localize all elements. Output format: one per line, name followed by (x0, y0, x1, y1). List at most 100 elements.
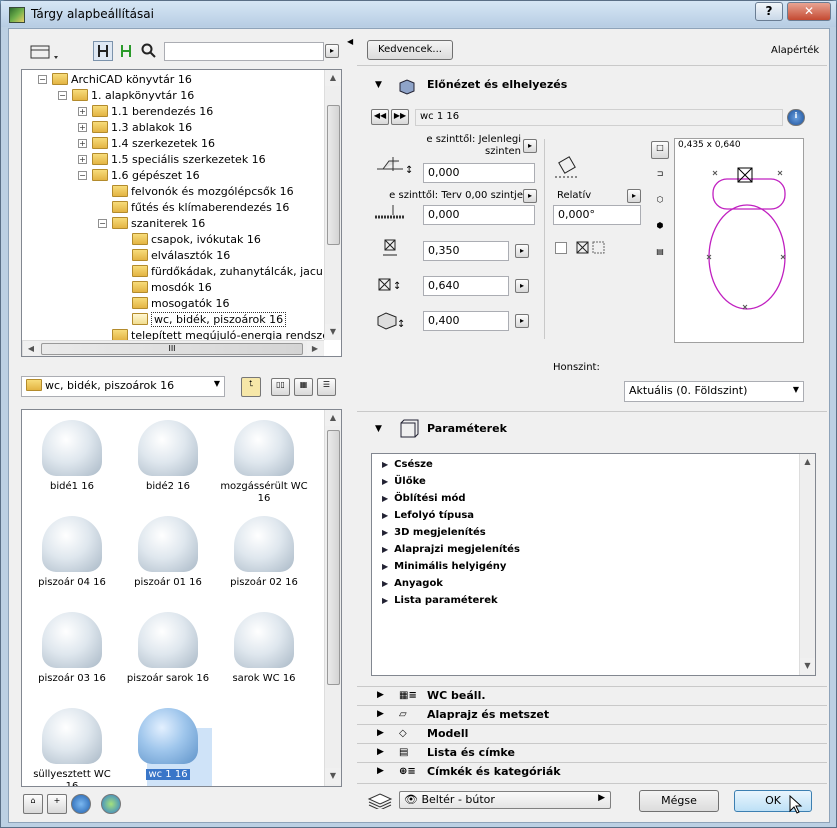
parameter-group[interactable]: Öblítési mód (382, 490, 465, 507)
mirror-checkbox[interactable] (555, 242, 567, 254)
collapsed-section-header[interactable]: ▶ ▱ Alaprajz és metszet (361, 705, 824, 724)
collapsed-section-header[interactable]: ▶ ▦≡ WC beáll. (361, 686, 824, 705)
tree-expander-icon[interactable]: + (78, 123, 87, 132)
param-scroll-down[interactable]: ▼ (800, 658, 815, 674)
tree-item[interactable]: − 1.6 gépészet 16 (78, 168, 200, 184)
gallery-item[interactable]: piszoár sarok 16 (122, 608, 214, 700)
scroll-down-arrow[interactable]: ▼ (325, 324, 341, 340)
angle-input[interactable]: 0,000° (553, 205, 641, 225)
tree-item[interactable]: fürdőkádak, zuhanytálcák, jacu (132, 264, 323, 280)
parameter-group[interactable]: Alaprajzi megjelenítés (382, 541, 520, 558)
parameter-group[interactable]: Minimális helyigény (382, 558, 506, 575)
tree-expander-icon[interactable]: − (38, 75, 47, 84)
3d-shaded-preview-icon[interactable]: ⬢ (651, 219, 669, 237)
tree-expander-icon[interactable]: − (78, 171, 87, 180)
close-button[interactable]: ✕ (787, 2, 831, 21)
gallery-item[interactable]: süllyesztett WC 16 (26, 704, 118, 786)
favorites-button[interactable]: Kedvencek... (367, 40, 453, 60)
cancel-button[interactable]: Mégse (639, 790, 719, 812)
relative-menu[interactable]: ▸ (627, 189, 641, 203)
layer-select[interactable]: 👁 Beltér - bútor ▶ (399, 791, 611, 809)
tree-item[interactable]: csapok, ivókutak 16 (132, 232, 261, 248)
plan-preview-icon[interactable]: □ (651, 141, 669, 159)
level-menu-2[interactable]: ▸ (523, 189, 537, 203)
collapsed-section-header[interactable]: ▶ ◇ Modell (361, 724, 824, 743)
panel-collapse-icon[interactable]: ◀ (347, 37, 353, 46)
chair-green-icon[interactable] (116, 41, 136, 61)
gallery-item[interactable]: piszoár 01 16 (122, 512, 214, 604)
param-scroll-up[interactable]: ▲ (800, 454, 815, 470)
add-object-icon[interactable]: + (47, 794, 67, 814)
depth-input[interactable]: 0,640 (423, 276, 509, 296)
scroll-up-arrow[interactable]: ▲ (325, 70, 341, 86)
tree-expander-icon[interactable]: + (78, 139, 87, 148)
tree-vertical-scrollbar[interactable]: ▲ ▼ (324, 70, 341, 340)
tree-item[interactable]: mosogatók 16 (132, 296, 230, 312)
object-gallery[interactable]: bidé1 16 bidé2 16 mozgássérült WC 16 piszoá… (21, 409, 342, 787)
collapsed-section-header[interactable]: ▶ ⊕≡ Címkék és kategóriák (361, 762, 824, 781)
scroll-right-arrow[interactable]: ▶ (307, 341, 323, 356)
tree-item[interactable]: +1.3 ablakok 16 (78, 120, 192, 136)
gallery-item[interactable]: piszoár 02 16 (218, 512, 310, 604)
tree-expander-icon[interactable]: + (78, 107, 87, 116)
large-icons-view-icon[interactable]: ▯▯ (271, 378, 290, 396)
library-manager-icon[interactable]: ⌂ (23, 794, 43, 814)
parameters-section-header[interactable]: ▼ Paraméterek (361, 419, 824, 439)
tree-expander-icon[interactable]: − (58, 91, 67, 100)
tree-horizontal-scrollbar[interactable]: ◀ III ▶ (22, 340, 324, 356)
tree-item[interactable]: − szaniterek 16 (98, 216, 205, 232)
gallery-item[interactable]: piszoár 04 16 (26, 512, 118, 604)
view-mode-icon[interactable] (27, 41, 61, 61)
object-name-field[interactable]: wc 1 16 (415, 109, 783, 126)
tree-expander-icon[interactable]: − (98, 219, 107, 228)
height-link-button[interactable]: ▸ (515, 314, 529, 328)
folder-select[interactable]: wc, bidék, piszoárok 16 ▼ (21, 376, 225, 397)
scroll-left-arrow[interactable]: ◀ (23, 341, 39, 356)
parameter-group[interactable]: Lefolyó típusa (382, 507, 474, 524)
tree-item[interactable]: elválasztók 16 (132, 248, 230, 264)
elevation-preview-icon[interactable]: ▤ (651, 245, 669, 263)
parameter-group[interactable]: Ülőke (382, 473, 426, 490)
tree-item[interactable]: mosdók 16 (132, 280, 212, 296)
tree-expander-icon[interactable]: + (78, 155, 87, 164)
gallery-scroll-thumb[interactable] (327, 430, 340, 685)
parameter-group[interactable]: Csésze (382, 456, 433, 473)
small-icons-view-icon[interactable]: ▦ (294, 378, 313, 396)
elevation-input-2[interactable]: 0,000 (423, 205, 535, 225)
parameter-group[interactable]: 3D megjelenítés (382, 524, 486, 541)
list-view-icon[interactable]: ☰ (317, 378, 336, 396)
library-tree[interactable]: − ArchiCAD könyvtár 16−1. alapkönyvtár 16… (21, 69, 342, 357)
home-level-select[interactable]: Aktuális (0. Földszint) ▼ (624, 381, 804, 402)
gallery-scrollbar[interactable]: ▲ ▼ (324, 410, 341, 786)
elevation-input-1[interactable]: 0,000 (423, 163, 535, 183)
previous-object-button[interactable]: ◀◀ (371, 109, 389, 125)
level-menu-1[interactable]: ▸ (523, 139, 537, 153)
gallery-item[interactable]: sarok WC 16 (218, 608, 310, 700)
depth-link-button[interactable]: ▸ (515, 279, 529, 293)
width-input[interactable]: 0,350 (423, 241, 509, 261)
tree-item[interactable]: − ArchiCAD könyvtár 16 (38, 72, 192, 88)
tree-item[interactable]: felvonók és mozgólépcsők 16 (112, 184, 294, 200)
title-bar[interactable]: Tárgy alapbeállításai ? ✕ (1, 1, 836, 27)
parameter-scrollbar[interactable]: ▲ ▼ (799, 454, 815, 675)
section-preview-icon[interactable]: ⊐ (651, 167, 669, 185)
tree-scroll-thumb[interactable] (327, 105, 340, 245)
tree-item[interactable]: fűtés és klímaberendezés 16 (112, 200, 289, 216)
tree-item[interactable]: wc, bidék, piszoárok 16 (132, 312, 287, 328)
gallery-scroll-down[interactable]: ▼ (325, 768, 341, 784)
tree-item[interactable]: +1.1 berendezés 16 (78, 104, 213, 120)
web-object-icon[interactable] (101, 794, 121, 814)
tree-hscroll-thumb[interactable]: III (41, 343, 303, 355)
search-icon[interactable] (139, 41, 159, 61)
tree-item[interactable]: +1.4 szerkezetek 16 (78, 136, 215, 152)
gallery-item[interactable]: bidé2 16 (122, 416, 214, 508)
folder-up-icon[interactable]: ⮤ (241, 377, 261, 397)
info-icon[interactable]: i (787, 109, 805, 126)
height-input[interactable]: 0,400 (423, 311, 509, 331)
search-input[interactable] (164, 42, 324, 61)
preview-section-header[interactable]: ▼ Előnézet és elhelyezés (361, 75, 824, 95)
gallery-scroll-up[interactable]: ▲ (325, 410, 341, 426)
search-arrow-button[interactable]: ▸ (325, 44, 339, 58)
gallery-item[interactable]: mozgássérült WC 16 (218, 416, 310, 508)
width-link-button[interactable]: ▸ (515, 244, 529, 258)
